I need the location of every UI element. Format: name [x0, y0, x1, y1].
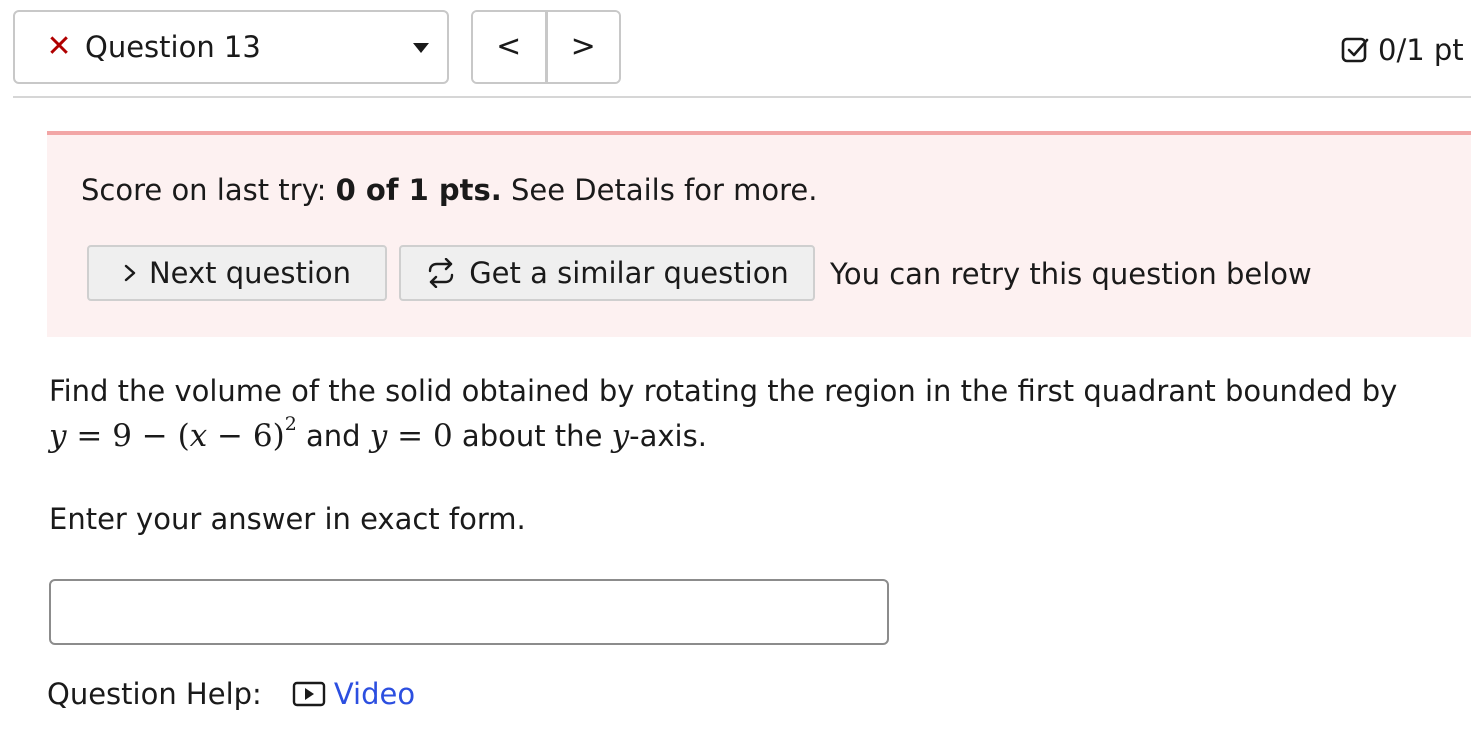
- header-divider: [13, 96, 1471, 98]
- play-icon: [292, 681, 326, 707]
- retry-note: You can retry this question below: [830, 257, 1312, 291]
- next-question-arrow-button[interactable]: >: [544, 12, 619, 82]
- axis-suffix: -axis.: [629, 419, 707, 453]
- next-question-label: Next question: [148, 256, 352, 290]
- and-text: and: [296, 419, 370, 453]
- chevron-right-icon: [123, 263, 137, 283]
- caret-down-icon: [413, 43, 429, 53]
- score-suffix: See Details for more.: [501, 173, 818, 207]
- similar-question-label: Get a similar question: [469, 256, 789, 290]
- question-help-label: Question Help:: [47, 677, 262, 711]
- previous-question-button[interactable]: <: [473, 12, 545, 82]
- similar-question-button[interactable]: Get a similar question: [399, 245, 815, 301]
- chevron-right-icon: >: [570, 29, 596, 64]
- video-link-label: Video: [333, 677, 416, 711]
- chevron-left-icon: <: [496, 29, 522, 64]
- answer-input[interactable]: [49, 579, 889, 645]
- question-help: Question Help: Video: [47, 677, 415, 711]
- score-line: Score on last try: 0 of 1 pts. See Detai…: [81, 173, 817, 207]
- points-text: 0/1 pt: [1378, 33, 1464, 67]
- next-question-button[interactable]: Next question: [87, 245, 387, 301]
- points-indicator: 0/1 pt: [1340, 33, 1464, 67]
- score-banner: Score on last try: 0 of 1 pts. See Detai…: [47, 131, 1471, 337]
- equation-line: y = 0: [369, 418, 453, 454]
- x-icon: ✕: [46, 29, 72, 64]
- about-text: about the: [452, 419, 612, 453]
- question-label: Question 13: [85, 30, 261, 64]
- equation-curve: y = 9 − (x − 6)2: [49, 413, 297, 455]
- axis-variable: y: [611, 418, 630, 454]
- question-selector[interactable]: ✕ Question 13: [13, 10, 449, 84]
- repeat-icon: [425, 258, 457, 288]
- question-text: Find the volume of the solid obtained by…: [49, 374, 1398, 408]
- question-math-line: y = 9 − (x − 6)2 and y = 0 about the y -…: [49, 413, 707, 455]
- video-link[interactable]: Video: [292, 677, 415, 711]
- checkbox-icon: [1341, 37, 1369, 63]
- question-page: ✕ Question 13 < > 0/1 pt Score on last t…: [0, 0, 1471, 732]
- instruction-text: Enter your answer in exact form.: [49, 502, 526, 536]
- score-value: 0 of 1 pts.: [335, 173, 502, 207]
- question-nav: < >: [471, 10, 621, 84]
- score-prefix: Score on last try:: [81, 173, 336, 207]
